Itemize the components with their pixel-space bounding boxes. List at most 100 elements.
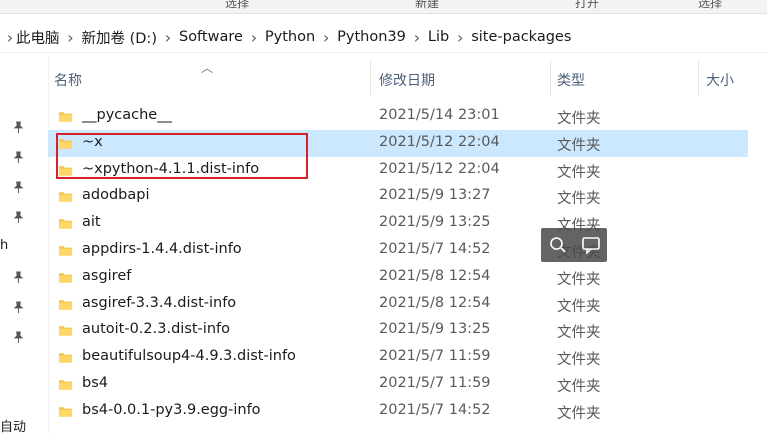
chevron-right-icon[interactable]: ›	[243, 28, 265, 47]
folder-icon	[58, 350, 73, 365]
chevron-right-icon[interactable]: ›	[4, 28, 16, 47]
chevron-right-icon[interactable]: ›	[60, 28, 82, 47]
chevron-right-icon[interactable]: ›	[406, 28, 428, 47]
file-name: ~xpython-4.1.1.dist-info	[82, 160, 260, 177]
search-icon[interactable]	[546, 233, 570, 257]
pin-icon[interactable]	[12, 330, 24, 344]
breadcrumb: › 此电脑 › 新加卷 (D:) › Software › Python › P…	[0, 27, 572, 48]
file-type: 文件夹	[557, 137, 601, 154]
file-name: bs4-0.0.1-py3.9.egg-info	[82, 401, 261, 418]
file-name: asgiref	[82, 267, 132, 284]
file-modified-date: 2021/5/9 13:27	[379, 187, 491, 204]
address-bar[interactable]: › 此电脑 › 新加卷 (D:) › Software › Python › P…	[0, 22, 767, 53]
file-row[interactable]: adodbapi 2021/5/9 13:27 文件夹	[48, 183, 748, 210]
navigation-pane: h 自动	[0, 56, 49, 435]
folder-icon	[58, 323, 73, 338]
comment-icon[interactable]	[579, 233, 603, 257]
ribbon-item-new[interactable]: 新建	[415, 0, 439, 11]
file-row[interactable]: beautifulsoup4-4.9.3.dist-info 2021/5/7 1…	[48, 344, 748, 371]
chevron-right-icon[interactable]: ›	[315, 28, 337, 47]
nav-item-label[interactable]: h	[0, 238, 8, 253]
file-row[interactable]: asgiref-3.3.4.dist-info 2021/5/8 12:54 文件夹	[48, 291, 748, 318]
breadcrumb-drive-d[interactable]: 新加卷 (D:)	[82, 27, 157, 48]
file-row[interactable]: appdirs-1.4.4.dist-info2021/5/7 14:52文件夹	[48, 237, 748, 264]
file-modified-date: 2021/5/14 23:01	[379, 107, 500, 123]
file-row[interactable]: ~xpython-4.1.1.dist-info 2021/5/12 22:04 文…	[48, 157, 748, 184]
file-modified-date: 2021/5/7 14:52	[379, 401, 491, 418]
pin-icon[interactable]	[12, 180, 24, 194]
file-modified-date: 2021/5/12 22:04	[379, 160, 500, 177]
file-modified-date: 2021/5/9 13:25	[379, 214, 491, 231]
folder-icon	[58, 243, 73, 258]
pin-icon[interactable]	[12, 270, 24, 284]
folder-icon	[58, 404, 73, 419]
nav-item-label[interactable]: 自动	[0, 416, 26, 435]
file-name: ait	[82, 214, 101, 231]
breadcrumb-site-packages[interactable]: site-packages	[471, 29, 571, 45]
column-header: ︿ 名称 修改日期 类型 大小	[48, 58, 767, 98]
file-name: adodbapi	[82, 187, 150, 204]
file-row[interactable]: ~x 2021/5/12 22:04 文件夹	[48, 129, 748, 157]
pin-icon[interactable]	[12, 120, 24, 134]
folder-icon	[58, 189, 73, 204]
file-type: 文件夹	[557, 191, 601, 208]
column-header-name[interactable]: 名称	[54, 70, 82, 90]
folder-icon	[58, 297, 73, 312]
file-name: beautifulsoup4-4.9.3.dist-info	[82, 348, 296, 365]
file-type: 文件夹	[557, 325, 601, 342]
column-divider[interactable]	[550, 60, 551, 96]
sort-ascending-icon: ︿	[201, 61, 214, 75]
file-name: ~x	[82, 133, 103, 150]
file-modified-date: 2021/5/8 12:54	[379, 294, 491, 311]
column-divider[interactable]	[370, 60, 371, 96]
breadcrumb-this-pc[interactable]: 此电脑	[16, 27, 60, 48]
file-type: 文件夹	[557, 271, 601, 288]
file-type: 文件夹	[557, 164, 601, 181]
file-row[interactable]: bs4 2021/5/7 11:59 文件夹	[48, 371, 748, 398]
folder-icon	[58, 216, 73, 231]
ribbon-item-open[interactable]: 打开	[575, 0, 599, 11]
file-modified-date: 2021/5/12 22:04	[379, 133, 500, 150]
folder-icon	[58, 163, 73, 178]
file-type: 文件夹	[557, 405, 601, 422]
chevron-right-icon[interactable]: ›	[449, 28, 471, 47]
column-header-type[interactable]: 类型	[557, 70, 585, 90]
file-type: 文件夹	[557, 352, 601, 369]
file-name: asgiref-3.3.4.dist-info	[82, 294, 237, 311]
file-row[interactable]: bs4-0.0.1-py3.9.egg-info 2021/5/7 14:52 文件…	[48, 398, 748, 425]
file-type: 文件夹	[557, 379, 601, 395]
breadcrumb-software[interactable]: Software	[179, 29, 243, 45]
pin-icon[interactable]	[12, 210, 24, 224]
breadcrumb-lib[interactable]: Lib	[428, 29, 449, 45]
ribbon-strip: 选择 新建 打开 选择	[0, 0, 767, 14]
file-row[interactable]: autoit-0.2.3.dist-info 2021/5/9 13:25 文件夹	[48, 317, 748, 344]
folder-icon	[58, 377, 73, 392]
file-modified-date: 2021/5/8 12:54	[379, 267, 491, 284]
column-divider[interactable]	[698, 60, 699, 96]
ribbon-item-select[interactable]: 选择	[225, 0, 249, 11]
file-type: 文件夹	[557, 111, 601, 127]
breadcrumb-python39[interactable]: Python39	[337, 29, 406, 45]
folder-icon	[58, 136, 73, 151]
column-header-date[interactable]: 修改日期	[379, 70, 435, 90]
file-name: __pycache__	[82, 107, 172, 123]
folder-icon	[58, 109, 73, 124]
ribbon-item-select-2[interactable]: 选择	[698, 0, 722, 11]
file-type: 文件夹	[557, 298, 601, 315]
file-modified-date: 2021/5/7 11:59	[379, 348, 491, 365]
floating-toolbar	[541, 228, 607, 262]
file-row[interactable]: asgiref 2021/5/8 12:54 文件夹	[48, 264, 748, 291]
pin-icon[interactable]	[12, 150, 24, 164]
chevron-right-icon[interactable]: ›	[157, 28, 179, 47]
file-name: appdirs-1.4.4.dist-info	[82, 241, 242, 257]
pin-icon[interactable]	[12, 300, 24, 314]
column-header-size[interactable]: 大小	[706, 70, 734, 90]
file-modified-date: 2021/5/9 13:25	[379, 321, 491, 338]
folder-icon	[58, 270, 73, 285]
file-row[interactable]: ait 2021/5/9 13:25 文件夹	[48, 210, 748, 237]
file-row[interactable]: __pycache__ 2021/5/14 23:01 文件夹	[48, 103, 748, 130]
file-modified-date: 2021/5/7 11:59	[379, 375, 491, 391]
file-name: bs4	[82, 375, 108, 391]
breadcrumb-python[interactable]: Python	[265, 29, 315, 45]
file-name: autoit-0.2.3.dist-info	[82, 321, 230, 338]
